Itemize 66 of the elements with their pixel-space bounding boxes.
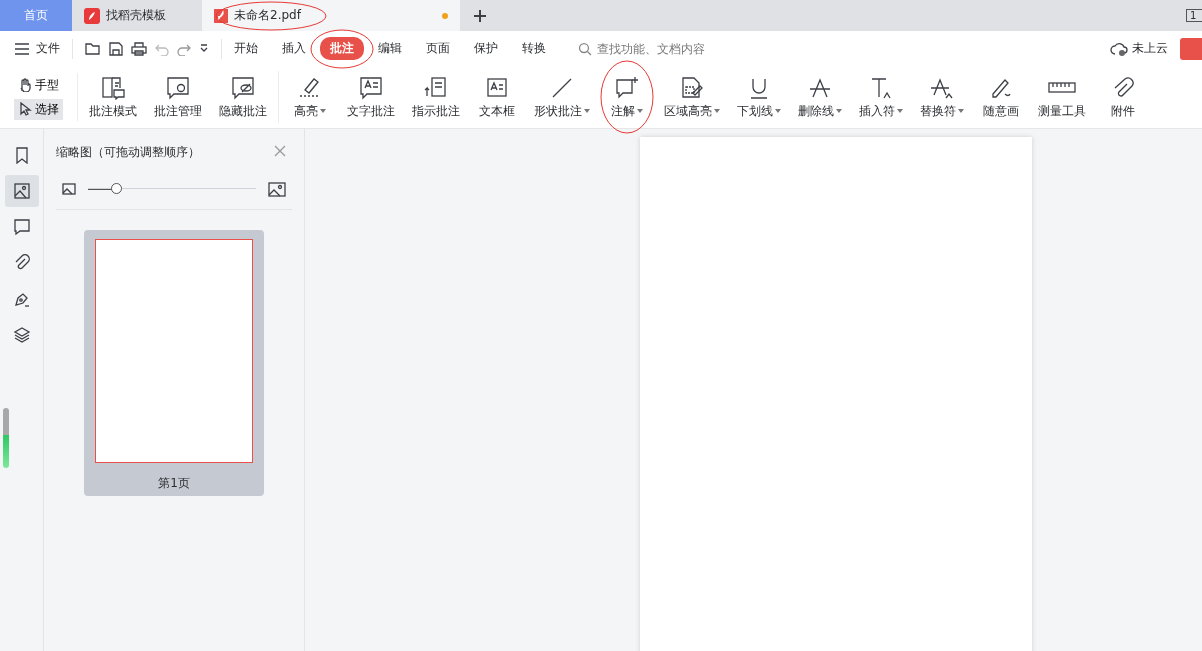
eye-off-comment-icon <box>230 75 256 100</box>
ribbon-tool[interactable]: 测量工具 <box>1035 75 1089 119</box>
document-tab[interactable]: 找稻壳模板 <box>72 0 202 31</box>
ribbon-tool[interactable]: 随意画 <box>978 75 1024 119</box>
unsaved-dot <box>442 12 448 19</box>
comment-plus-icon <box>614 75 640 100</box>
layers-icon <box>12 326 31 344</box>
mode-button[interactable]: 选择 <box>14 98 63 120</box>
dropdown-icon <box>199 43 209 54</box>
ribbon-tool[interactable]: 文本框 <box>474 75 520 119</box>
pointer-note-icon <box>423 75 449 100</box>
search-field[interactable]: 查找功能、文档内容 <box>578 40 758 57</box>
ribbon-tool[interactable]: 批注管理 <box>151 75 205 119</box>
ribbon-tool[interactable]: 高亮 <box>287 75 333 119</box>
ribbon-tool[interactable]: 替换符 <box>917 75 967 119</box>
level-indicator <box>3 408 9 468</box>
printer-icon <box>131 41 147 56</box>
ribbon-tool[interactable]: 形状批注 <box>531 75 593 119</box>
small-image-icon <box>62 183 76 195</box>
book-icon <box>100 75 126 100</box>
plus-icon <box>473 8 487 23</box>
menu-tab[interactable]: 批注 <box>320 37 364 60</box>
area-highlight-icon <box>679 75 705 100</box>
comment-icon <box>12 218 31 236</box>
save-icon <box>109 41 123 56</box>
cloud-icon <box>1110 41 1128 56</box>
tab-label: 首页 <box>24 7 48 24</box>
ribbon-tool[interactable]: 文字批注 <box>344 75 398 119</box>
tab-label: 未命名2.pdf <box>234 7 301 24</box>
file-menu[interactable]: 文件 <box>14 38 73 59</box>
ribbon-tool[interactable]: 下划线 <box>734 75 784 119</box>
mode-button[interactable]: 手型 <box>14 74 63 96</box>
menu-tab[interactable]: 转换 <box>512 37 556 60</box>
close-icon <box>274 145 286 157</box>
sidebar-button[interactable] <box>4 175 39 207</box>
menu-icon <box>14 42 30 55</box>
ribbon-tool[interactable]: 隐藏批注 <box>216 75 270 119</box>
search-icon <box>578 41 592 56</box>
ribbon-tool[interactable]: 区域高亮 <box>661 75 723 119</box>
share-button[interactable] <box>1180 37 1202 60</box>
cursor-icon <box>18 102 32 116</box>
leaf-logo-icon <box>84 7 100 24</box>
folder-icon <box>85 41 101 56</box>
image-icon <box>12 182 31 200</box>
panel-title: 缩略图（可拖动调整顺序） <box>56 143 200 161</box>
slider-thumb[interactable] <box>110 183 122 194</box>
ribbon-tool[interactable]: 指示批注 <box>409 75 463 119</box>
ribbon-tool[interactable]: 批注模式 <box>86 75 140 119</box>
menu-tab[interactable]: 保护 <box>464 37 508 60</box>
menu-tab[interactable]: 页面 <box>416 37 460 60</box>
tab-label: 找稻壳模板 <box>106 7 166 24</box>
text-comment-icon <box>358 75 384 100</box>
hand-icon <box>18 78 32 92</box>
menu-tab[interactable]: 编辑 <box>368 37 412 60</box>
gear-comment-icon <box>165 75 191 100</box>
menu-tab[interactable]: 开始 <box>224 37 268 60</box>
cloud-status[interactable]: 未上云 <box>1110 40 1168 57</box>
text-box-icon <box>484 75 510 100</box>
ribbon-tool[interactable]: 插入符 <box>856 75 906 119</box>
menu-tab[interactable]: 插入 <box>272 37 316 60</box>
ribbon-tool[interactable]: 删除线 <box>795 75 845 119</box>
document-tab[interactable]: 未命名2.pdf <box>202 0 460 31</box>
ribbon-tool[interactable]: 附件 <box>1100 75 1146 119</box>
page-thumbnail[interactable]: 第1页 <box>84 230 264 496</box>
large-image-icon <box>268 181 286 197</box>
page-count-badge: 1 <box>1186 9 1202 22</box>
